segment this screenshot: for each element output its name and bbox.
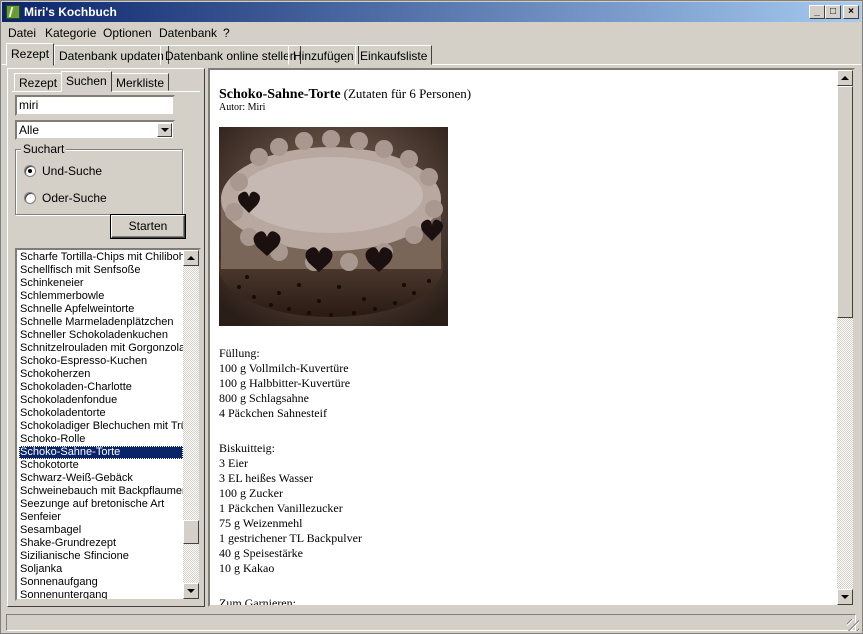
list-item[interactable]: Schokoladenfondue bbox=[19, 394, 183, 407]
search-mode-group: Suchart Und-Suche Oder-Suche bbox=[15, 142, 183, 215]
list-item[interactable]: Schinkeneier bbox=[19, 277, 183, 290]
close-button[interactable]: × bbox=[843, 5, 859, 19]
radio-und-suche-label[interactable]: Und-Suche bbox=[42, 164, 102, 178]
ingredient-line: 1 Päckchen Vanillezucker bbox=[219, 501, 343, 515]
recipe-sections: Füllung: 100 g Vollmilch-Kuvertüre 100 g H… bbox=[219, 346, 829, 607]
list-item[interactable]: Soljanka bbox=[19, 563, 183, 576]
list-item[interactable]: Schlemmerbowle bbox=[19, 290, 183, 303]
ingredient-line: 3 EL heißes Wasser bbox=[219, 471, 314, 485]
list-item[interactable]: Sonnenaufgang bbox=[19, 576, 183, 589]
subtab-merkliste[interactable]: Merkliste bbox=[111, 73, 170, 91]
scroll-up-icon[interactable] bbox=[183, 250, 199, 266]
menu-kategorie[interactable]: Kategorie bbox=[45, 26, 96, 40]
menu-optionen[interactable]: Optionen bbox=[103, 26, 152, 40]
recipe-scrollbar[interactable] bbox=[837, 70, 853, 605]
scroll-down-icon[interactable] bbox=[183, 583, 199, 599]
radio-oder-suche-label[interactable]: Oder-Suche bbox=[42, 191, 107, 205]
ingredient-line: 800 g Schlagsahne bbox=[219, 391, 309, 405]
cake-photo-image bbox=[219, 127, 448, 326]
start-button[interactable]: Starten bbox=[110, 214, 186, 239]
recipe-document: Schoko-Sahne-Torte (Zutaten für 6 Person… bbox=[219, 86, 829, 607]
tab-datenbank-online-stellen[interactable]: Datenbank online stellen bbox=[160, 45, 302, 65]
list-item[interactable]: Schokoladiger Blechuchen mit Trü bbox=[19, 420, 183, 433]
maximize-button[interactable]: □ bbox=[825, 5, 841, 19]
recipe-title: Schoko-Sahne-Torte bbox=[219, 87, 341, 102]
ingredient-line: 40 g Speisestärke bbox=[219, 546, 303, 560]
status-pane bbox=[6, 614, 856, 631]
scroll-thumb[interactable] bbox=[183, 520, 199, 544]
search-panel: Rezept Suchen Merkliste miri Alle Suchar… bbox=[7, 68, 205, 607]
ingredient-line: 10 g Kakao bbox=[219, 561, 275, 575]
list-item[interactable]: Schnelle Apfelweintorte bbox=[19, 303, 183, 316]
search-input[interactable]: miri bbox=[15, 95, 175, 116]
title-bar[interactable]: Miri's Kochbuch _ □ × bbox=[2, 2, 861, 22]
ingredient-line: 100 g Halbbitter-Kuvertüre bbox=[219, 376, 351, 390]
list-item[interactable]: Schoko-Sahne-Torte bbox=[19, 446, 183, 459]
list-scrollbar[interactable] bbox=[183, 250, 199, 599]
radio-oder-suche[interactable] bbox=[24, 192, 36, 204]
section-title: Füllung: bbox=[219, 346, 260, 360]
menu-datenbank[interactable]: Datenbank bbox=[159, 26, 217, 40]
list-item[interactable]: Schellfisch mit Senfsoße bbox=[19, 264, 183, 277]
ingredient-line: 3 Eier bbox=[219, 456, 248, 470]
list-item[interactable]: Schnelle Marmeladenplätzchen bbox=[19, 316, 183, 329]
ingredient-line: 100 g Vollmilch-Kuvertüre bbox=[219, 361, 349, 375]
recipe-photo bbox=[219, 127, 448, 326]
list-item[interactable]: Seezunge auf bretonische Art bbox=[19, 498, 183, 511]
recipe-heading: Schoko-Sahne-Torte (Zutaten für 6 Person… bbox=[219, 86, 829, 102]
main-tabs: Rezept Datenbank updaten Datenbank onlin… bbox=[2, 43, 861, 66]
ingredient-line: 100 g Zucker bbox=[219, 486, 283, 500]
tab-datenbank-updaten[interactable]: Datenbank updaten bbox=[54, 45, 169, 65]
list-item[interactable]: Schnitzelrouladen mit Gorgonzola bbox=[19, 342, 183, 355]
list-item[interactable]: Schokoladen-Charlotte bbox=[19, 381, 183, 394]
list-item[interactable]: Schwarz-Weiß-Gebäck bbox=[19, 472, 183, 485]
scroll-thumb[interactable] bbox=[837, 86, 853, 318]
ingredient-line: 1 gestrichener TL Backpulver bbox=[219, 531, 362, 545]
list-item[interactable]: Scharfe Tortilla-Chips mit Chilibohnen bbox=[19, 251, 183, 264]
radio-und-suche[interactable] bbox=[24, 165, 36, 177]
category-select[interactable]: Alle bbox=[15, 120, 175, 140]
chevron-down-icon[interactable] bbox=[157, 123, 172, 137]
section-title: Biskuitteig: bbox=[219, 441, 276, 455]
section-title: Zum Garnieren: bbox=[219, 596, 296, 607]
list-item[interactable]: Schokoherzen bbox=[19, 368, 183, 381]
tab-hinzufuegen[interactable]: Hinzufügen bbox=[288, 45, 359, 65]
list-item[interactable]: Sizilianische Sfincione bbox=[19, 550, 183, 563]
ingredient-line: 4 Päckchen Sahnesteif bbox=[219, 406, 327, 420]
recipe-list-items: Scharfe Tortilla-Chips mit ChilibohnenSc… bbox=[19, 251, 183, 599]
recipe-view: Schoko-Sahne-Torte (Zutaten für 6 Person… bbox=[208, 68, 855, 607]
search-mode-label: Suchart bbox=[21, 142, 67, 156]
subtab-rezept[interactable]: Rezept bbox=[14, 73, 63, 91]
resize-grip-icon[interactable] bbox=[847, 619, 859, 631]
scroll-up-icon[interactable] bbox=[837, 70, 853, 86]
menu-help[interactable]: ? bbox=[223, 26, 230, 40]
list-item[interactable]: Schokoladentorte bbox=[19, 407, 183, 420]
list-item[interactable]: Sesambagel bbox=[19, 524, 183, 537]
list-item[interactable]: Schokotorte bbox=[19, 459, 183, 472]
scroll-down-icon[interactable] bbox=[837, 589, 853, 605]
list-item[interactable]: Shake-Grundrezept bbox=[19, 537, 183, 550]
app-window: Miri's Kochbuch _ □ × Datei Kategorie Op… bbox=[0, 0, 863, 634]
recipe-servings: (Zutaten für 6 Personen) bbox=[343, 86, 472, 101]
status-bar bbox=[2, 610, 861, 633]
list-item[interactable]: Schoko-Espresso-Kuchen bbox=[19, 355, 183, 368]
list-item[interactable]: Sonnenuntergang bbox=[19, 589, 183, 599]
window-title: Miri's Kochbuch bbox=[24, 5, 117, 19]
subtab-suchen[interactable]: Suchen bbox=[61, 71, 112, 92]
list-item[interactable]: Schoko-Rolle bbox=[19, 433, 183, 446]
recipe-author: Autor: Miri bbox=[219, 102, 266, 113]
list-item[interactable]: Senfeier bbox=[19, 511, 183, 524]
menu-bar: Datei Kategorie Optionen Datenbank ? bbox=[2, 23, 861, 42]
recipe-list[interactable]: Scharfe Tortilla-Chips mit ChilibohnenSc… bbox=[15, 248, 201, 601]
category-select-value: Alle bbox=[19, 123, 40, 137]
ingredient-line: 75 g Weizenmehl bbox=[219, 516, 303, 530]
tab-rezept[interactable]: Rezept bbox=[6, 43, 55, 66]
list-item[interactable]: Schneller Schokoladenkuchen bbox=[19, 329, 183, 342]
list-item[interactable]: Schweinebauch mit Backpflaumen bbox=[19, 485, 183, 498]
app-icon bbox=[6, 5, 20, 19]
menu-datei[interactable]: Datei bbox=[8, 26, 36, 40]
minimize-button[interactable]: _ bbox=[809, 5, 825, 19]
tab-einkaufsliste[interactable]: Einkaufsliste bbox=[355, 45, 433, 65]
